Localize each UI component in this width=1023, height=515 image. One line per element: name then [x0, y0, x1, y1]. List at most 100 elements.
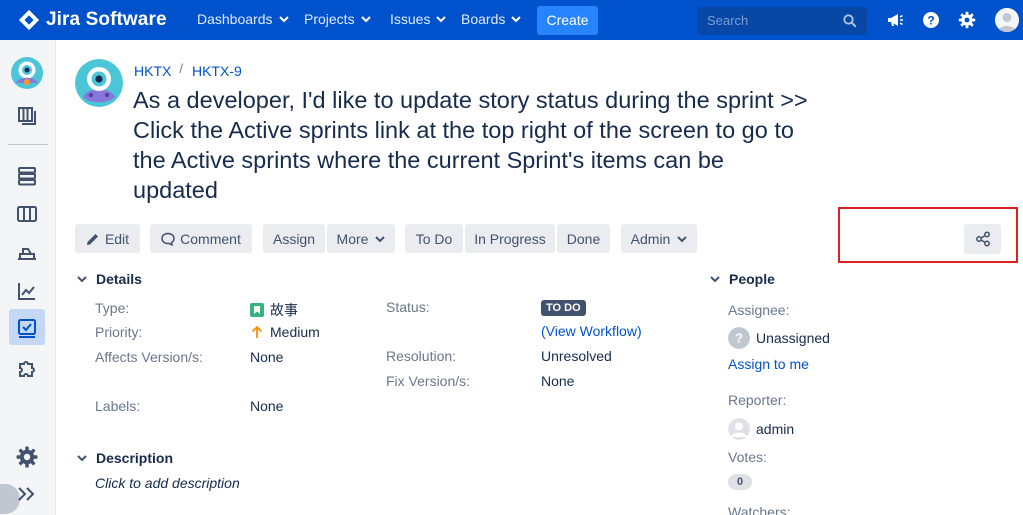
assignee-value-text: Unassigned [756, 330, 830, 346]
description-placeholder[interactable]: Click to add description [95, 475, 240, 491]
unassigned-avatar-icon: ? [728, 327, 750, 349]
releases-icon[interactable] [15, 241, 39, 265]
more-button-label: More [336, 230, 369, 247]
priority-value: Medium [250, 324, 320, 340]
chevron-down-icon [77, 276, 87, 283]
to-do-label: To Do [415, 230, 453, 247]
backlog-icon[interactable] [15, 164, 39, 188]
project-avatar-icon[interactable] [11, 57, 43, 89]
jira-logo[interactable]: Jira Software [18, 8, 167, 32]
project-settings-gear-icon[interactable] [15, 445, 39, 469]
watchers-label: Watchers: [728, 504, 791, 515]
chevron-down-icon [77, 455, 87, 462]
assign-to-me-link[interactable]: Assign to me [728, 356, 809, 372]
nav-dashboards[interactable]: Dashboards [197, 11, 289, 27]
search-icon [843, 14, 857, 28]
settings-gear-icon[interactable] [958, 11, 976, 29]
active-sprints-icon[interactable] [15, 202, 39, 226]
issues-icon[interactable] [15, 316, 39, 340]
chevron-down-icon [677, 235, 688, 242]
assignee-value: ? Unassigned [728, 327, 830, 349]
add-ons-puzzle-icon[interactable] [15, 356, 39, 380]
sidebar-divider [8, 144, 48, 145]
to-do-transition-button[interactable]: To Do [405, 224, 463, 253]
people-section-toggle[interactable]: People [710, 271, 775, 287]
nav-dashboards-label: Dashboards [197, 11, 273, 27]
type-value: 故事 [250, 300, 298, 320]
chevron-down-icon [375, 235, 386, 242]
search-input[interactable]: Search [697, 7, 867, 35]
description-heading: Description [96, 450, 174, 466]
priority-medium-arrow-icon [251, 325, 263, 338]
project-avatar[interactable] [75, 59, 123, 107]
assign-button-label: Assign [272, 230, 316, 247]
nav-projects[interactable]: Projects [304, 11, 371, 27]
chevron-down-icon [511, 16, 522, 23]
priority-value-text: Medium [270, 324, 320, 340]
help-icon[interactable]: ? [922, 11, 940, 29]
issue-summary[interactable]: As a developer, I'd like to update story… [133, 85, 813, 205]
create-button[interactable]: Create [537, 6, 598, 35]
nav-issues-label: Issues [390, 11, 431, 27]
status-label: Status: [386, 299, 430, 315]
nav-issues[interactable]: Issues [390, 11, 447, 27]
expand-sidebar-chevrons-icon[interactable] [16, 483, 38, 505]
project-sidebar [0, 40, 56, 515]
affects-versions-value: None [250, 349, 284, 365]
done-label: Done [566, 230, 601, 247]
reports-icon[interactable] [15, 279, 39, 303]
more-button[interactable]: More [327, 224, 395, 253]
reporter-value: admin [728, 418, 794, 440]
assignee-label: Assignee: [728, 302, 790, 318]
chevron-down-icon [436, 16, 447, 23]
chevron-down-icon [360, 16, 371, 23]
jira-logo-icon [18, 9, 40, 31]
comment-button[interactable]: Comment [150, 224, 252, 253]
breadcrumb-project-link[interactable]: HKTX [134, 63, 171, 79]
details-section-toggle[interactable]: Details [77, 271, 142, 287]
top-navigation: Jira Software Dashboards Projects Issues… [0, 0, 1023, 40]
svg-text:?: ? [735, 331, 743, 346]
assign-button[interactable]: Assign [263, 224, 325, 253]
breadcrumb-issue-link[interactable]: HKTX-9 [192, 63, 242, 79]
share-icon [975, 231, 990, 247]
labels-value[interactable]: None [250, 398, 283, 414]
share-button[interactable] [964, 224, 1001, 254]
breadcrumb: HKTX / HKTX-9 [134, 61, 242, 80]
svg-text:?: ? [927, 13, 934, 27]
megaphone-icon[interactable] [886, 11, 904, 29]
edit-button-label: Edit [104, 230, 130, 247]
reporter-value-text: admin [756, 421, 795, 437]
admin-button[interactable]: Admin [621, 224, 697, 253]
app-name: Jira Software [46, 9, 167, 30]
type-value-text: 故事 [270, 302, 298, 318]
labels-label: Labels: [95, 398, 141, 414]
votes-count-badge[interactable]: 0 [728, 474, 752, 490]
comment-button-label: Comment [180, 230, 241, 247]
done-transition-button[interactable]: Done [557, 224, 610, 253]
nav-boards-label: Boards [461, 11, 506, 27]
reporter-label: Reporter: [728, 392, 787, 408]
priority-label: Priority: [95, 324, 143, 340]
edit-button[interactable]: Edit [75, 224, 140, 253]
votes-label: Votes: [728, 449, 767, 465]
affects-versions-label: Affects Version/s: [95, 349, 203, 365]
view-workflow-link[interactable]: (View Workflow) [541, 323, 642, 339]
search-placeholder: Search [707, 13, 749, 28]
user-avatar[interactable] [995, 8, 1019, 32]
reporter-avatar-icon [728, 418, 750, 440]
fix-versions-value: None [541, 373, 575, 389]
chevron-down-icon [278, 16, 289, 23]
details-heading: Details [96, 271, 142, 287]
admin-button-label: Admin [630, 230, 671, 247]
board-icon[interactable] [15, 104, 39, 128]
type-label: Type: [95, 300, 130, 316]
comment-bubble-icon [161, 232, 175, 246]
in-progress-transition-button[interactable]: In Progress [465, 224, 555, 253]
status-lozenge: TO DO [541, 300, 586, 316]
chevron-down-icon [710, 276, 720, 283]
nav-boards[interactable]: Boards [461, 11, 522, 27]
description-section-toggle[interactable]: Description [77, 450, 173, 466]
people-heading: People [729, 271, 775, 287]
resolution-value: Unresolved [541, 348, 612, 364]
